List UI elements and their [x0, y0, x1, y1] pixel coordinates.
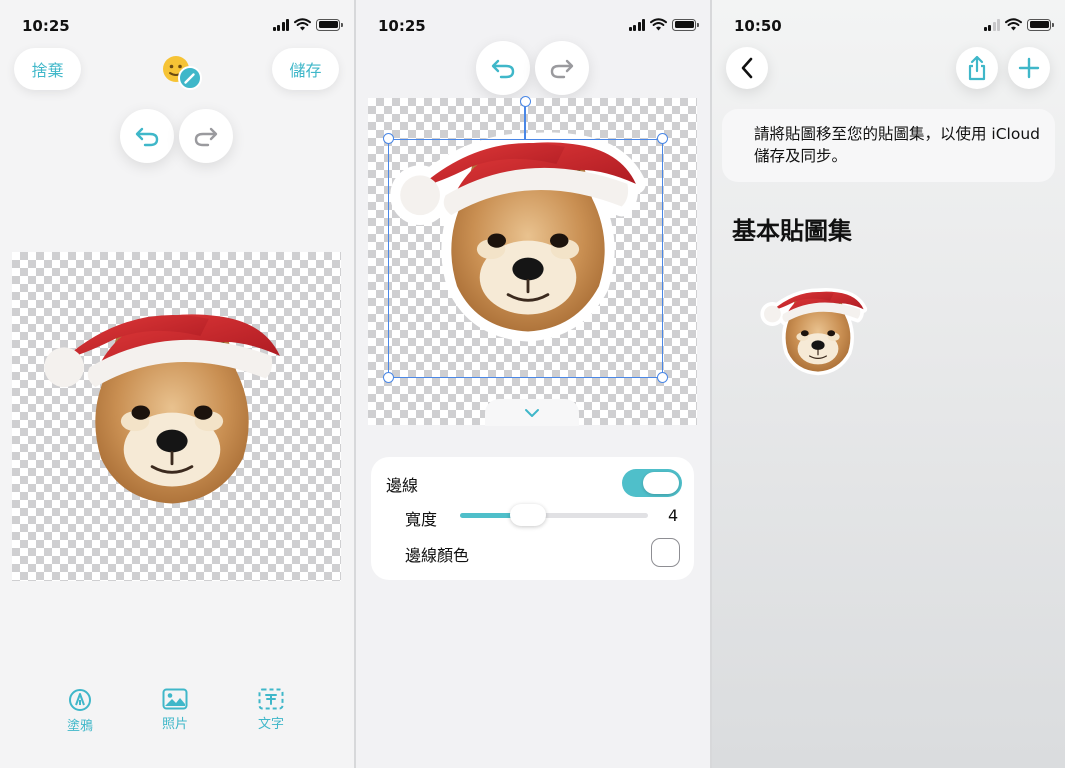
- undo-button[interactable]: [476, 41, 530, 95]
- redo-arrow-icon: [550, 59, 574, 79]
- border-color-label: 邊線顏色: [405, 546, 470, 565]
- rotation-handle[interactable]: [520, 96, 531, 107]
- width-label: 寬度: [405, 510, 438, 529]
- status-bar: 10:25: [0, 0, 354, 52]
- toolbar-text-label: 文字: [257, 717, 284, 732]
- discard-button[interactable]: 捨棄: [14, 48, 81, 90]
- border-label: 邊線: [386, 476, 419, 495]
- undo-arrow-icon: [135, 127, 159, 147]
- undo-arrow-icon: [491, 59, 515, 79]
- back-button[interactable]: [726, 47, 768, 89]
- battery-icon: [316, 18, 343, 31]
- redo-button[interactable]: [535, 41, 589, 95]
- border-toggle[interactable]: [622, 469, 682, 497]
- undo-button[interactable]: [120, 109, 174, 163]
- chevron-down-icon: [525, 408, 539, 417]
- sticker-border-screen: 10:25 邊線 寬度 4 邊線顏色: [356, 0, 710, 768]
- status-time: 10:25: [22, 17, 70, 35]
- wifi-icon: [1005, 18, 1022, 31]
- sticker-collection-screen: 10:50 請將貼圖移至您的貼圖集，以使用 iCloud 儲存及同步。 基本貼圖…: [712, 0, 1065, 768]
- share-icon: [968, 55, 986, 81]
- resize-handle-top-left[interactable]: [383, 133, 394, 144]
- toolbar-photo[interactable]: 照片: [145, 688, 205, 732]
- battery-icon: [672, 18, 699, 31]
- photo-icon: [162, 688, 188, 710]
- border-settings-panel: 邊線 寬度 4 邊線顏色: [371, 457, 694, 580]
- cellular-signal-icon: [628, 18, 645, 31]
- chevron-left-icon: [741, 57, 753, 79]
- dog-sticker-image: [756, 278, 874, 384]
- toolbar-draw-label: 塗鴉: [66, 719, 93, 734]
- icloud-info-card: 請將貼圖移至您的貼圖集，以使用 iCloud 儲存及同步。: [722, 109, 1055, 182]
- wifi-icon: [294, 18, 311, 31]
- wifi-icon: [650, 18, 667, 31]
- collapse-panel-button[interactable]: [485, 399, 579, 426]
- toolbar-draw[interactable]: 塗鴉: [50, 688, 110, 734]
- border-color-swatch[interactable]: [651, 538, 680, 567]
- status-bar: 10:50: [712, 0, 1065, 52]
- text-box-icon: [258, 688, 284, 710]
- section-title: 基本貼圖集: [732, 217, 852, 245]
- sticker-canvas[interactable]: [12, 252, 341, 581]
- add-button[interactable]: [1008, 47, 1050, 89]
- resize-handle-bottom-right[interactable]: [657, 372, 668, 383]
- status-bar: 10:25: [356, 0, 710, 52]
- rotation-handle-line: [524, 102, 526, 139]
- toolbar-text[interactable]: 文字: [241, 688, 301, 732]
- resize-handle-top-right[interactable]: [657, 133, 668, 144]
- dog-sticker-image: [42, 312, 282, 505]
- save-button[interactable]: 儲存: [272, 48, 339, 90]
- toolbar-photo-label: 照片: [161, 717, 188, 732]
- width-slider[interactable]: [460, 513, 648, 518]
- cellular-signal-icon: [272, 18, 289, 31]
- pen-tip-icon: [69, 689, 91, 711]
- sticker-thumbnail[interactable]: [756, 278, 874, 384]
- status-time: 10:25: [378, 17, 426, 35]
- share-button[interactable]: [956, 47, 998, 89]
- redo-arrow-icon: [194, 127, 218, 147]
- status-time: 10:50: [734, 17, 782, 35]
- emoji-pencil-icon[interactable]: [161, 54, 203, 90]
- selection-box[interactable]: [388, 139, 663, 378]
- sticker-editor-screen: 10:25 捨棄 儲存 塗鴉 照片 文字: [0, 0, 354, 768]
- cellular-signal-icon: [983, 18, 1000, 31]
- icloud-info-text: 請將貼圖移至您的貼圖集，以使用 iCloud 儲存及同步。: [754, 125, 1041, 165]
- redo-button[interactable]: [179, 109, 233, 163]
- width-slider-thumb[interactable]: [509, 504, 546, 526]
- plus-icon: [1018, 57, 1040, 79]
- width-value: 4: [668, 506, 679, 525]
- resize-handle-bottom-left[interactable]: [383, 372, 394, 383]
- battery-icon: [1027, 18, 1054, 31]
